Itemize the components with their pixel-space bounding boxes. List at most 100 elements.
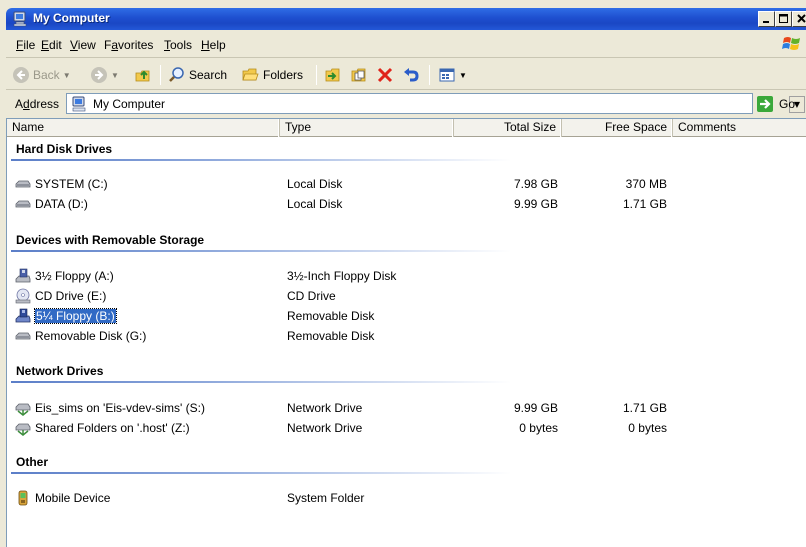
list-item[interactable]: SYSTEM (C:) Local Disk 7.98 GB 370 MB	[7, 175, 806, 193]
hard-drive-icon	[15, 176, 31, 192]
item-free-space: 1.71 GB	[567, 197, 667, 211]
item-total-size: 9.99 GB	[477, 401, 558, 415]
group-divider	[11, 250, 511, 252]
item-name: 3½ Floppy (A:)	[35, 269, 114, 283]
delete-icon	[376, 66, 394, 84]
cd-drive-icon	[15, 288, 31, 304]
item-name: SYSTEM (C:)	[35, 177, 108, 191]
item-name: Eis_sims on 'Eis-vdev-sims' (S:)	[35, 401, 205, 415]
undo-icon	[402, 66, 420, 84]
file-list-view[interactable]: Name Type Total Size Free Space Comments…	[6, 118, 806, 547]
move-to-button[interactable]	[324, 65, 342, 85]
group-divider	[11, 159, 511, 161]
back-arrow-icon	[12, 66, 30, 84]
menu-favorites[interactable]: Favorites	[104, 38, 153, 52]
forward-dropdown-icon[interactable]: ▼	[111, 71, 119, 80]
item-total-size: 9.99 GB	[477, 197, 558, 211]
item-free-space: 370 MB	[567, 177, 667, 191]
title-bar[interactable]: My Computer	[6, 8, 806, 30]
window-title: My Computer	[33, 11, 110, 25]
item-name: 5¼ Floppy (B:)	[35, 309, 116, 323]
group-header-network-drives: Network Drives	[16, 364, 103, 378]
column-free-space[interactable]: Free Space	[562, 119, 673, 137]
network-drive-icon	[15, 420, 31, 436]
windows-logo-icon	[781, 34, 803, 54]
column-total-size[interactable]: Total Size	[454, 119, 562, 137]
list-item-selected[interactable]: 5¼ Floppy (B:) Removable Disk	[7, 307, 806, 325]
go-label: Go	[779, 97, 795, 111]
group-header-hard-disks: Hard Disk Drives	[16, 142, 112, 156]
standard-toolbar: Back ▼ ▼ Search Folders ▼	[6, 59, 806, 90]
minimize-icon	[759, 12, 774, 26]
back-label: Back	[33, 68, 60, 82]
minimize-button[interactable]	[758, 11, 775, 27]
list-item[interactable]: Mobile Device System Folder	[7, 489, 806, 507]
back-button[interactable]: Back ▼	[12, 65, 71, 85]
floppy-drive-icon	[15, 308, 31, 324]
item-name: Mobile Device	[35, 491, 110, 505]
list-item[interactable]: 3½ Floppy (A:) 3½-Inch Floppy Disk	[7, 267, 806, 285]
item-type: Network Drive	[287, 401, 362, 415]
forward-button[interactable]: ▼	[90, 65, 119, 85]
delete-button[interactable]	[376, 65, 394, 85]
item-type: 3½-Inch Floppy Disk	[287, 269, 396, 283]
group-divider	[11, 472, 511, 474]
address-bar: Address My Computer ▼ Go	[6, 91, 806, 116]
my-computer-icon	[12, 11, 28, 27]
column-name[interactable]: Name	[7, 119, 280, 137]
views-button[interactable]: ▼	[438, 65, 467, 85]
back-dropdown-icon[interactable]: ▼	[63, 71, 71, 80]
list-item[interactable]: DATA (D:) Local Disk 9.99 GB 1.71 GB	[7, 195, 806, 213]
floppy-drive-icon	[15, 268, 31, 284]
menu-file[interactable]: File	[16, 38, 35, 52]
views-icon	[438, 66, 456, 84]
address-input[interactable]: My Computer ▼	[66, 93, 753, 114]
search-button[interactable]: Search	[168, 65, 227, 85]
column-type[interactable]: Type	[280, 119, 454, 137]
item-free-space: 1.71 GB	[567, 401, 667, 415]
list-item[interactable]: Eis_sims on 'Eis-vdev-sims' (S:) Network…	[7, 399, 806, 417]
menu-edit[interactable]: Edit	[41, 38, 62, 52]
menu-view[interactable]: View	[70, 38, 96, 52]
item-type: Removable Disk	[287, 329, 374, 343]
maximize-button[interactable]	[775, 11, 792, 27]
column-header-row: Name Type Total Size Free Space Comments	[7, 119, 806, 137]
column-comments[interactable]: Comments	[673, 119, 806, 137]
undo-button[interactable]	[402, 65, 420, 85]
network-drive-icon	[15, 400, 31, 416]
search-icon	[168, 66, 186, 84]
search-label: Search	[189, 68, 227, 82]
list-item[interactable]: CD Drive (E:) CD Drive	[7, 287, 806, 305]
folders-button[interactable]: Folders	[242, 65, 303, 85]
item-type: Network Drive	[287, 421, 362, 435]
list-item[interactable]: Shared Folders on '.host' (Z:) Network D…	[7, 419, 806, 437]
my-computer-icon	[71, 96, 87, 112]
toolbar-separator	[429, 65, 430, 85]
mobile-device-icon	[15, 490, 31, 506]
item-name: Shared Folders on '.host' (Z:)	[35, 421, 190, 435]
copy-to-button[interactable]	[350, 65, 368, 85]
item-type: Local Disk	[287, 177, 342, 191]
up-folder-icon	[134, 66, 152, 84]
group-header-removable-storage: Devices with Removable Storage	[16, 233, 204, 247]
copy-to-icon	[350, 66, 368, 84]
menu-help[interactable]: Help	[201, 38, 226, 52]
views-dropdown-icon[interactable]: ▼	[459, 71, 467, 80]
address-label: Address	[15, 97, 59, 111]
group-divider	[11, 381, 511, 383]
item-type: Local Disk	[287, 197, 342, 211]
forward-arrow-icon	[90, 66, 108, 84]
close-icon	[793, 12, 806, 26]
go-button[interactable]: Go	[756, 94, 806, 114]
menu-tools[interactable]: Tools	[164, 38, 192, 52]
folders-icon	[242, 66, 260, 84]
close-button[interactable]	[792, 11, 806, 27]
address-value: My Computer	[93, 97, 165, 111]
up-folder-button[interactable]	[134, 65, 152, 85]
move-to-icon	[324, 66, 342, 84]
group-header-other: Other	[16, 455, 48, 469]
menu-bar: File Edit View Favorites Tools Help	[6, 30, 806, 58]
explorer-window: My Computer File Edit View Favorites Too…	[0, 0, 806, 547]
list-item[interactable]: Removable Disk (G:) Removable Disk	[7, 327, 806, 345]
go-arrow-icon	[756, 95, 774, 113]
